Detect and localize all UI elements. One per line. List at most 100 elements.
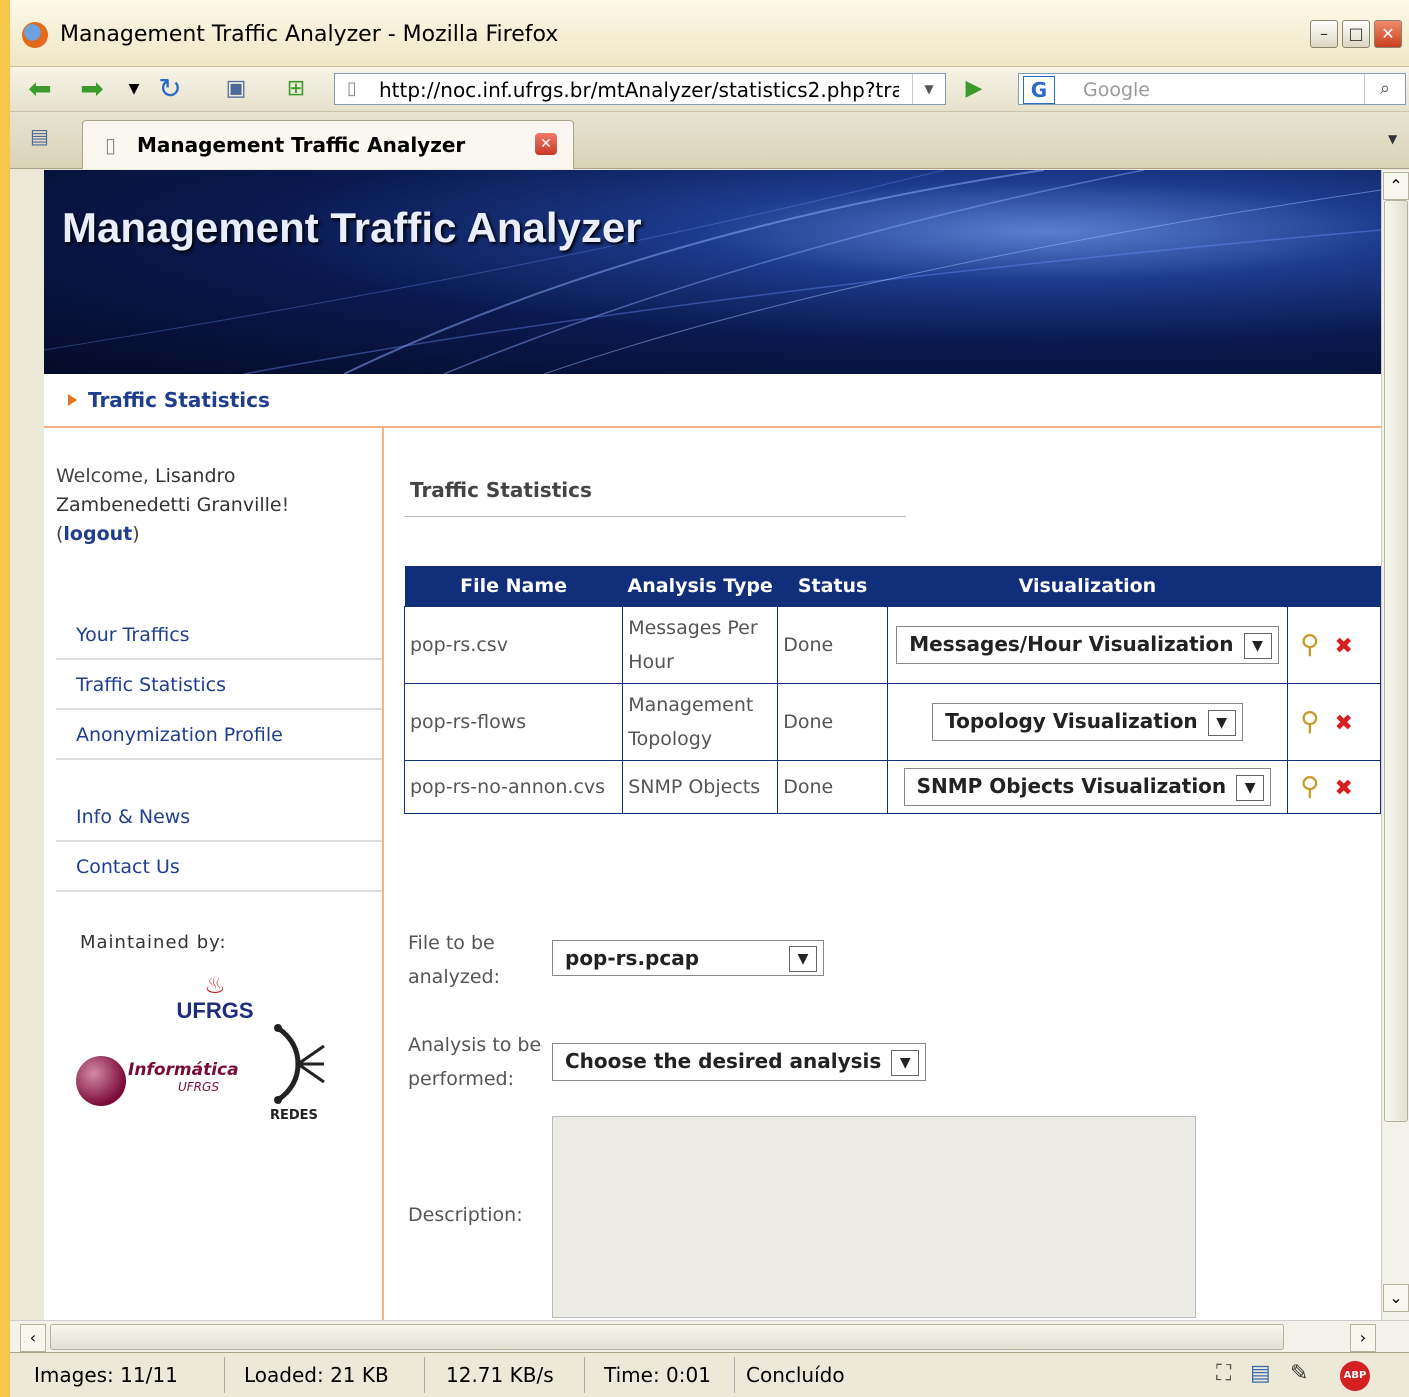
actions-cell: ⚲ ✖ [1286,683,1381,761]
status-divider [424,1357,425,1393]
visualization-select[interactable]: Topology Visualization ▼ [932,703,1243,741]
sidebar: Welcome, Lisandro Zambenedetti Granville… [44,428,384,1320]
scroll-left-icon[interactable]: ‹ [20,1324,46,1352]
column-header-status: Status [777,566,888,607]
delete-icon[interactable]: ✖ [1327,634,1361,659]
breadcrumb: Traffic Statistics [44,374,1381,428]
actions-cell: ⚲ ✖ [1286,760,1381,814]
logout-link[interactable]: logout [63,523,132,545]
horizontal-scrollbar[interactable]: ‹ › [10,1320,1409,1353]
sidebar-item-label: Info & News [76,806,191,828]
status-loaded: Loaded: 21 KB [244,1363,389,1387]
banner-title: Management Traffic Analyzer [62,204,642,251]
delete-icon[interactable]: ✖ [1327,776,1361,801]
tab-management-traffic-analyzer[interactable]: ▯ Management Traffic Analyzer ✕ [82,120,574,169]
sidebar-item-label: Contact Us [76,856,180,878]
analysis-type-cell: SNMP Objects [622,760,779,814]
column-header-visualization: Visualization [887,566,1288,607]
view-magnifier-icon[interactable]: ⚲ [1293,772,1327,802]
sidebar-item-anonymization-profile[interactable]: Anonymization Profile [56,710,382,760]
tab-list-icon[interactable]: ▼ [1388,132,1397,146]
status-speed: 12.71 KB/s [446,1363,554,1387]
new-tab-icon[interactable]: ⊞ [280,73,312,105]
firefox-logo-icon [22,22,48,48]
bookmarks-icon[interactable]: ▤ [30,124,49,148]
scroll-right-icon[interactable]: › [1350,1324,1376,1352]
column-header-actions [1287,566,1381,607]
main-content: Traffic Statistics File Name Analysis Ty… [394,428,1381,1320]
visualization-cell: SNMP Objects Visualization ▼ [887,760,1288,814]
column-header-analysis-type: Analysis Type [622,566,778,607]
status-images: Images: 11/11 [34,1363,178,1387]
chevron-down-icon: ▼ [789,946,817,972]
sidebar-item-your-traffics[interactable]: Your Traffics [56,610,382,660]
view-magnifier-icon[interactable]: ⚲ [1293,707,1327,737]
page-title: Traffic Statistics [410,478,592,502]
chevron-down-icon: ▼ [1236,774,1265,801]
close-tab-icon[interactable]: ✕ [535,133,557,155]
description-textarea[interactable] [552,1116,1196,1318]
visualization-cell: Topology Visualization ▼ [887,683,1288,761]
sidebar-item-label: Your Traffics [76,624,190,646]
vertical-scrollbar[interactable]: ⌃ ⌄ [1381,170,1409,1320]
file-to-analyze-select[interactable]: pop-rs.pcap ▼ [552,940,824,976]
visualization-select[interactable]: Messages/Hour Visualization ▼ [896,626,1279,664]
file-select-value: pop-rs.pcap [565,946,700,970]
sidebar-item-traffic-statistics[interactable]: Traffic Statistics [56,660,382,710]
horizontal-scroll-thumb[interactable] [50,1324,1284,1350]
chevron-down-icon: ▼ [1207,709,1236,736]
history-dropdown-icon[interactable]: ▼ [118,73,150,105]
tab-page-icon: ▯ [105,133,117,157]
maximize-button[interactable]: □ [1342,20,1370,48]
tab-label: Management Traffic Analyzer [137,133,466,157]
sidebar-item-info-news[interactable]: Info & News [56,792,382,842]
scroll-down-icon[interactable]: ⌄ [1383,1284,1409,1312]
file-name-cell: pop-rs.csv [403,606,624,684]
visualization-select[interactable]: SNMP Objects Visualization ▼ [903,768,1272,806]
sidebar-item-label: Anonymization Profile [76,724,283,746]
flame-icon: ♨ [204,971,226,999]
status-cell: Done [777,683,889,761]
breadcrumb-label[interactable]: Traffic Statistics [88,388,270,412]
informatica-logo-subtext: UFRGS [178,1080,219,1094]
minimize-button[interactable]: – [1310,20,1338,48]
search-engine-icon[interactable]: G [1023,76,1055,104]
go-icon[interactable]: ▶ [958,73,990,105]
column-header-file-name: File Name [404,566,623,607]
file-name-cell: pop-rs-no-annon.cvs [403,760,624,814]
fullscreen-icon[interactable]: ⛶ [1216,1361,1231,1386]
heading-divider [404,516,906,517]
browser-window: Management Traffic Analyzer - Mozilla Fi… [10,0,1409,1397]
search-input[interactable]: G Google ⌕ [1018,73,1406,105]
reload-icon[interactable]: ↻ [154,73,186,105]
window-title: Management Traffic Analyzer - Mozilla Fi… [60,22,559,47]
url-dropdown-icon[interactable]: ▼ [912,74,945,104]
vertical-scroll-thumb[interactable] [1384,200,1408,1122]
status-time: Time: 0:01 [604,1363,711,1387]
banner-lines [44,170,1381,374]
table-row: pop-rs-no-annon.cvs SNMP Objects Done SN… [403,760,1381,814]
forward-arrow-icon[interactable]: ➡ [76,73,108,105]
view-magnifier-icon[interactable]: ⚲ [1293,630,1327,660]
informatica-logo-icon [76,1056,126,1106]
home-icon[interactable]: ▣ [220,73,252,105]
adblock-plus-icon[interactable]: ABP [1340,1361,1370,1391]
delete-icon[interactable]: ✖ [1327,711,1361,736]
clipboard-icon[interactable]: ▤ [1250,1361,1271,1386]
traffic-table: File Name Analysis Type Status Visualiza… [403,566,1381,814]
search-icon[interactable]: ⌕ [1364,74,1405,104]
redes-logo-text: REDES [270,1108,318,1123]
sidebar-item-contact-us[interactable]: Contact Us [56,842,382,892]
edit-icon[interactable]: ✎ [1290,1361,1308,1386]
actions-cell: ⚲ ✖ [1286,606,1381,684]
analysis-select-value: Choose the desired analysis [565,1049,882,1073]
back-arrow-icon[interactable]: ⬅ [24,73,56,105]
scroll-up-icon[interactable]: ⌃ [1383,172,1409,200]
analysis-select[interactable]: Choose the desired analysis ▼ [552,1043,927,1081]
page-content: Management Traffic Analyzer Traffic Stat… [44,170,1381,1320]
status-bar: Images: 11/11 Loaded: 21 KB 12.71 KB/s T… [10,1352,1409,1397]
url-bar[interactable]: ▯ http://noc.inf.ufrgs.br/mtAnalyzer/sta… [334,73,946,105]
status-message: Concluído [746,1363,845,1387]
close-window-button[interactable]: ✕ [1374,20,1402,48]
file-name-cell: pop-rs-flows [403,683,624,761]
